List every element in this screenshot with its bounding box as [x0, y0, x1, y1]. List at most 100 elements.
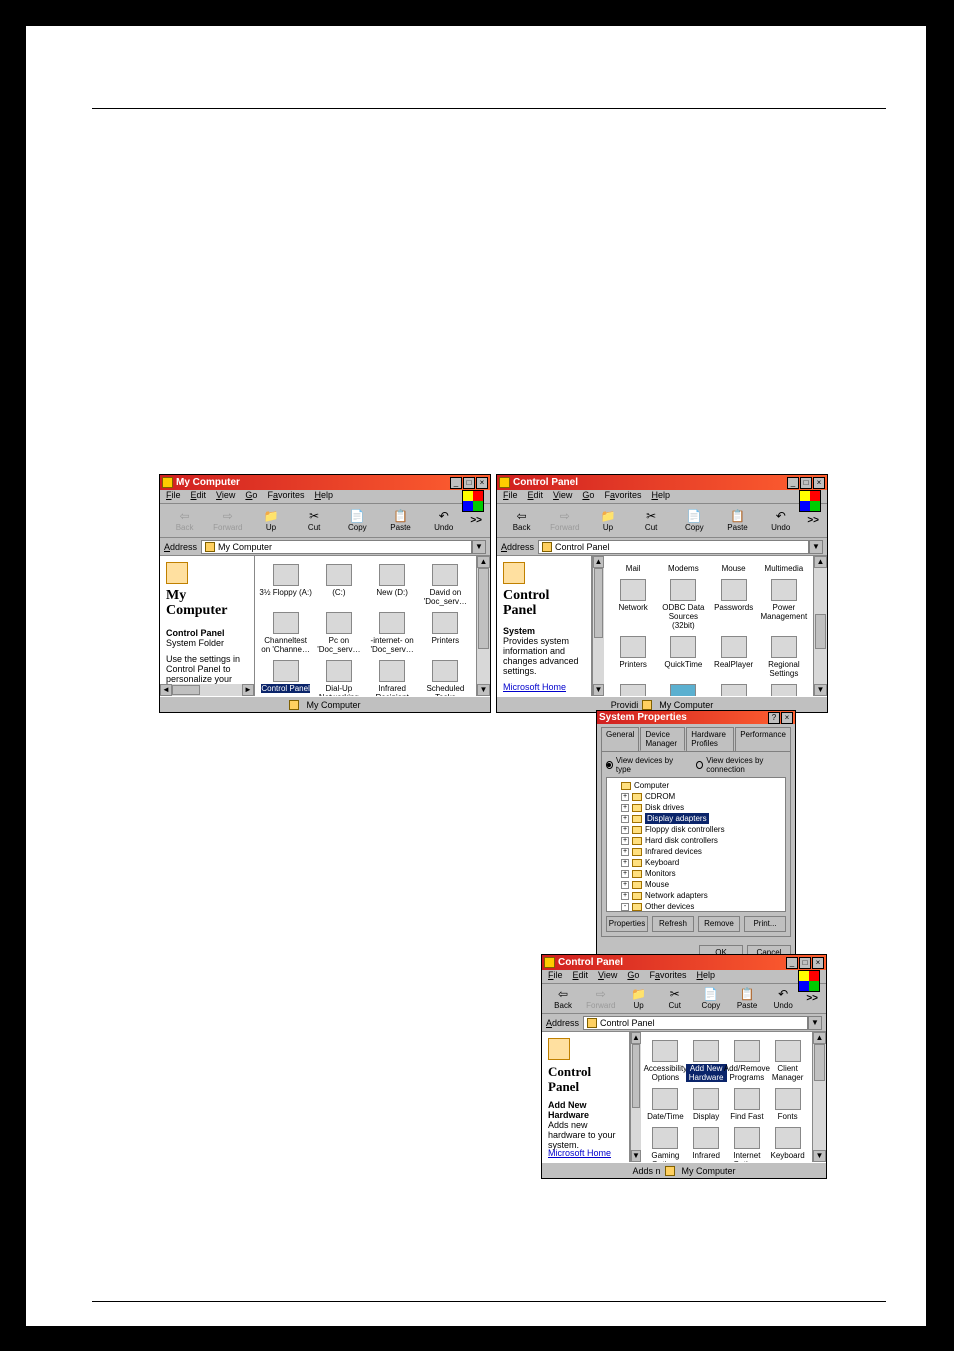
device-tree[interactable]: Computer+CDROM+Disk drives+Display adapt…	[606, 777, 786, 912]
maximize-button[interactable]: □	[799, 957, 811, 969]
minimize-button[interactable]: _	[450, 477, 462, 489]
expand-icon[interactable]: +	[621, 837, 629, 845]
close-button[interactable]: ×	[813, 477, 825, 489]
menu-go[interactable]: Go	[582, 490, 594, 503]
grid-item[interactable]: System	[658, 682, 708, 696]
grid-item[interactable]: Fonts	[767, 1086, 808, 1123]
grid-item[interactable]: Find Fast	[727, 1086, 768, 1123]
tree-node[interactable]: +Infrared devices	[609, 846, 783, 857]
forward-button[interactable]: ⇨Forward	[548, 509, 581, 532]
menu-view[interactable]: View	[553, 490, 572, 503]
grid-item[interactable]: (C:)	[312, 562, 365, 608]
expand-icon[interactable]: +	[621, 892, 629, 900]
close-button[interactable]: ×	[781, 712, 793, 724]
properties-button[interactable]: Properties	[606, 916, 648, 932]
expand-icon[interactable]: +	[621, 881, 629, 889]
microsoft-home-link[interactable]: Microsoft Home	[503, 682, 566, 692]
help-button[interactable]: ?	[768, 712, 780, 724]
vscroll-up[interactable]: ▲	[593, 556, 604, 568]
tree-node[interactable]: +Floppy disk controllers	[609, 824, 783, 835]
tab-general[interactable]: General	[601, 727, 639, 751]
grid-item[interactable]: Keyboard	[767, 1125, 808, 1162]
cut-button[interactable]: ✂Cut	[298, 509, 331, 532]
back-button[interactable]: ⇦Back	[168, 509, 201, 532]
expand-icon[interactable]: -	[621, 903, 629, 911]
tree-node[interactable]: Computer	[609, 780, 783, 791]
radio-view-by-type[interactable]: View devices by type	[606, 756, 676, 774]
up-button[interactable]: 📁Up	[591, 509, 624, 532]
grid-item[interactable]: Printers	[419, 610, 472, 656]
menu-help[interactable]: Help	[314, 490, 333, 503]
grid-item[interactable]: Dial-Up Networking	[312, 658, 365, 696]
grid-item[interactable]: Telephony	[709, 682, 759, 696]
tree-node[interactable]: +Disk drives	[609, 802, 783, 813]
vscroll-down[interactable]: ▼	[813, 1150, 826, 1162]
vscroll-thumb[interactable]	[594, 568, 603, 638]
back-button[interactable]: ⇦Back	[505, 509, 538, 532]
paste-button[interactable]: 📋Paste	[734, 987, 760, 1010]
address-field[interactable]: My Computer	[201, 540, 472, 554]
titlebar[interactable]: Control Panel _ □ ×	[542, 955, 826, 970]
grid-item[interactable]: Users	[759, 682, 809, 696]
tab-hardware-profiles[interactable]: Hardware Profiles	[686, 727, 734, 751]
tab-performance[interactable]: Performance	[735, 727, 791, 751]
grid-item[interactable]: New (D:)	[366, 562, 419, 608]
grid-item[interactable]: Infrared Recipient	[366, 658, 419, 696]
menu-file[interactable]: File	[166, 490, 181, 503]
up-button[interactable]: 📁Up	[626, 987, 652, 1010]
titlebar[interactable]: My Computer _ □ ×	[160, 475, 490, 490]
menu-file[interactable]: File	[548, 970, 563, 983]
grid-item[interactable]: Infrared	[686, 1125, 727, 1162]
undo-button[interactable]: ↶Undo	[764, 509, 797, 532]
grid-item[interactable]: Accessibility Options	[645, 1038, 686, 1084]
vscroll-down[interactable]: ▼	[814, 684, 827, 696]
copy-button[interactable]: 📄Copy	[698, 987, 724, 1010]
maximize-button[interactable]: □	[463, 477, 475, 489]
tree-node[interactable]: +Mouse	[609, 879, 783, 890]
menu-help[interactable]: Help	[696, 970, 715, 983]
grid-item[interactable]: Printers	[608, 634, 658, 680]
expand-icon[interactable]: +	[621, 793, 629, 801]
back-button[interactable]: ⇦Back	[550, 987, 576, 1010]
vscroll-down[interactable]: ▼	[477, 684, 490, 696]
menu-edit[interactable]: Edit	[573, 970, 589, 983]
vscroll-thumb[interactable]	[815, 614, 826, 649]
copy-button[interactable]: 📄Copy	[678, 509, 711, 532]
hscroll-left[interactable]: ◄	[160, 684, 172, 696]
forward-button[interactable]: ⇨Forward	[211, 509, 244, 532]
address-field[interactable]: Control Panel	[538, 540, 809, 554]
grid-item[interactable]: Gaming Options	[645, 1125, 686, 1162]
titlebar[interactable]: Control Panel _ □ ×	[497, 475, 827, 490]
menu-favorites[interactable]: Favorites	[267, 490, 304, 503]
toolbar-overflow-icon[interactable]: >>	[807, 515, 819, 526]
vscroll-down[interactable]: ▼	[631, 1150, 641, 1162]
grid-item[interactable]: David on 'Doc_serv…	[419, 562, 472, 608]
tree-node[interactable]: +Network adapters	[609, 890, 783, 901]
forward-button[interactable]: ⇨Forward	[586, 987, 615, 1010]
menu-view[interactable]: View	[216, 490, 235, 503]
grid-item[interactable]: Power Management	[759, 577, 809, 632]
expand-icon[interactable]: +	[621, 826, 629, 834]
menu-go[interactable]: Go	[245, 490, 257, 503]
grid-item[interactable]: Add New Hardware	[686, 1038, 727, 1084]
grid-item[interactable]: Passwords	[709, 577, 759, 632]
menu-edit[interactable]: Edit	[191, 490, 207, 503]
undo-button[interactable]: ↶Undo	[770, 987, 796, 1010]
tree-node[interactable]: +Monitors	[609, 868, 783, 879]
titlebar[interactable]: System Properties ? ×	[597, 711, 795, 724]
grid-item[interactable]: RealPlayer	[709, 634, 759, 680]
vscroll-up[interactable]: ▲	[813, 1032, 826, 1044]
print-button[interactable]: Print...	[744, 916, 786, 932]
grid-item[interactable]: Regional Settings	[759, 634, 809, 680]
address-dropdown-button[interactable]: ▼	[472, 540, 486, 554]
close-button[interactable]: ×	[476, 477, 488, 489]
tree-node[interactable]: +Hard disk controllers	[609, 835, 783, 846]
tree-node[interactable]: +Keyboard	[609, 857, 783, 868]
paste-button[interactable]: 📋Paste	[721, 509, 754, 532]
menu-edit[interactable]: Edit	[528, 490, 544, 503]
expand-icon[interactable]: +	[621, 859, 629, 867]
cut-button[interactable]: ✂Cut	[635, 509, 668, 532]
vscroll-up[interactable]: ▲	[814, 556, 827, 568]
expand-icon[interactable]: +	[621, 815, 629, 823]
maximize-button[interactable]: □	[800, 477, 812, 489]
